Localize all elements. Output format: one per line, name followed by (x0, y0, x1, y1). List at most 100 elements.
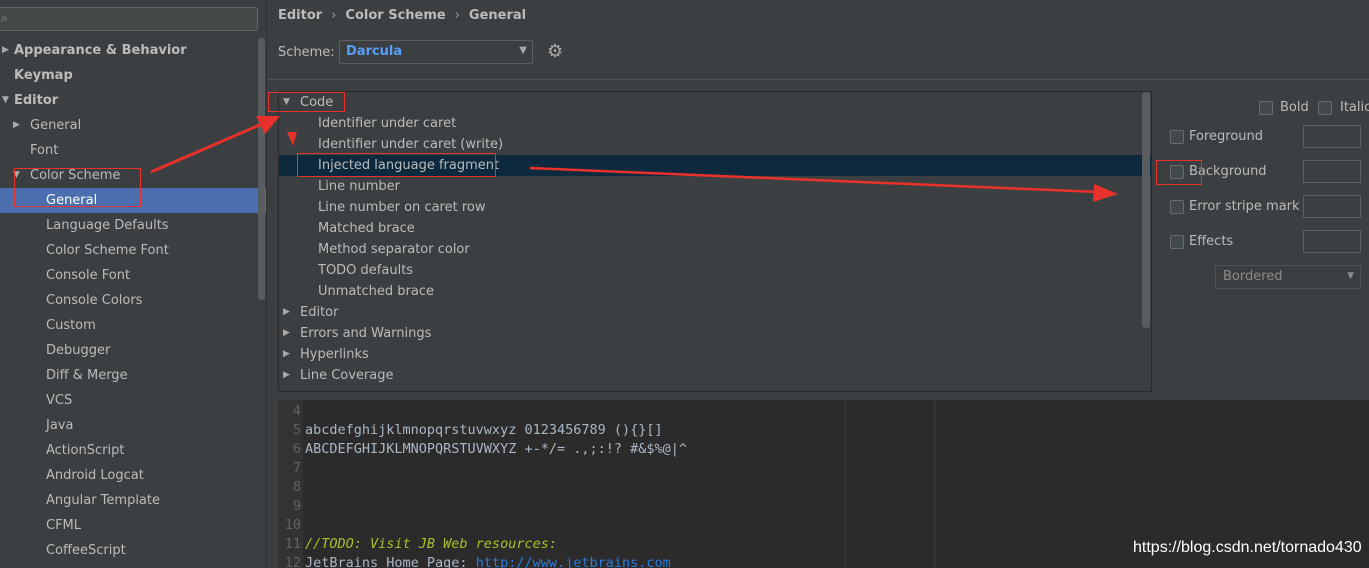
attribute-tree-label: Identifier under caret (write) (318, 137, 504, 152)
expand-right-icon[interactable]: ▶ (283, 323, 290, 344)
effects-checkbox[interactable] (1170, 235, 1184, 249)
line-number: 9 (292, 498, 301, 514)
sidebar-item[interactable]: ▶ Appearance & Behavior (0, 38, 266, 63)
sidebar-item[interactable]: Android Logcat (0, 463, 266, 488)
breadcrumb-item[interactable]: Editor (278, 8, 322, 23)
sidebar-item[interactable]: ▼ Editor (0, 88, 266, 113)
sidebar-item-label: Language Defaults (46, 218, 169, 233)
sidebar-item-label: ActionScript (46, 443, 125, 458)
search-icon: ⌕ (1, 11, 8, 25)
sidebar-item[interactable]: Font (0, 138, 266, 163)
sidebar-item[interactable]: Debugger (0, 338, 266, 363)
tree-scrollbar[interactable] (1142, 92, 1150, 328)
background-checkbox[interactable] (1170, 165, 1184, 179)
sidebar-item[interactable]: Diff & Merge (0, 363, 266, 388)
bold-label: Bold (1280, 100, 1309, 115)
sidebar-item[interactable]: ▶ General (0, 113, 266, 138)
right-margin-guide (934, 400, 935, 568)
expand-down-icon[interactable]: ▼ (13, 163, 20, 188)
attribute-tree-item[interactable]: Line number on caret row (279, 197, 1151, 218)
sidebar-item-label: Font (30, 143, 59, 158)
sidebar-item-label: Color Scheme Font (46, 243, 169, 258)
effects-color-swatch[interactable] (1303, 230, 1361, 253)
sidebar-item[interactable]: Color Scheme Font (0, 238, 266, 263)
search-input[interactable] (16, 10, 252, 28)
attribute-tree-label: Hyperlinks (300, 347, 369, 362)
sidebar-item[interactable]: CoffeeScript (0, 538, 266, 563)
background-label: Background (1189, 164, 1267, 179)
expand-right-icon[interactable]: ▶ (13, 113, 20, 138)
expand-right-icon[interactable]: ▶ (283, 344, 290, 365)
code-text: //TODO: Visit JB Web resources: (305, 536, 557, 552)
attribute-tree-item[interactable]: ▶ Hyperlinks (279, 344, 1151, 365)
breadcrumb-item[interactable]: Color Scheme (345, 8, 445, 23)
foreground-checkbox[interactable] (1170, 130, 1184, 144)
attribute-tree-label: Identifier under caret (318, 116, 457, 131)
scheme-dropdown[interactable]: Darcula ▼ (339, 40, 533, 64)
sidebar-item-label: Console Colors (46, 293, 143, 308)
expand-right-icon[interactable]: ▶ (283, 365, 290, 386)
attribute-tree-item[interactable]: Matched brace (279, 218, 1151, 239)
code-line: JetBrains Home Page: http://www.jetbrain… (305, 554, 671, 568)
sidebar-item[interactable]: Console Font (0, 263, 266, 288)
sidebar-item-label: General (46, 193, 98, 208)
foreground-color-swatch[interactable] (1303, 125, 1361, 148)
effects-value: Bordered (1223, 269, 1283, 284)
main-panel: Editor › Color Scheme › General Scheme: Darc… (266, 0, 1369, 568)
attribute-tree-item[interactable]: ▶ Errors and Warnings (279, 323, 1151, 344)
sidebar-item[interactable]: Keymap (0, 63, 266, 88)
attribute-tree-item[interactable]: Unmatched brace (279, 281, 1151, 302)
sidebar-item[interactable]: Language Defaults (0, 213, 266, 238)
code-text: abcdefghijklmnopqrstuvwxyz 0123456789 ()… (305, 422, 663, 438)
sidebar-item[interactable]: ActionScript (0, 438, 266, 463)
sidebar-item[interactable]: General (0, 188, 266, 213)
code-hyperlink[interactable]: http://www.jetbrains.com (476, 555, 671, 568)
settings-sidebar: ⌕ ▶ Appearance & Behavior Keymap ▼ Editor ▶ Ge… (0, 0, 266, 568)
sidebar-scrollbar[interactable] (258, 38, 265, 300)
attribute-tree-item[interactable]: Line number (279, 176, 1151, 197)
attribute-tree-label: Matched brace (318, 221, 415, 236)
sidebar-item-label: Color Scheme (30, 168, 121, 183)
sidebar-item-label: General (30, 118, 82, 133)
attribute-tree-label: Injected language fragment (318, 158, 500, 173)
error-stripe-checkbox[interactable] (1170, 200, 1184, 214)
breadcrumb-separator-icon: › (331, 8, 337, 23)
italic-label: Italic (1340, 100, 1369, 115)
foreground-label: Foreground (1189, 129, 1264, 144)
expand-right-icon[interactable]: ▶ (2, 38, 9, 63)
attribute-tree-item[interactable]: ▼ Code (279, 92, 1151, 113)
effects-dropdown[interactable]: Bordered ▼ (1215, 265, 1361, 289)
attribute-tree-item[interactable]: Identifier under caret (279, 113, 1151, 134)
sidebar-item-label: VCS (46, 393, 73, 408)
attribute-tree-item[interactable]: Method separator color (279, 239, 1151, 260)
breadcrumb-separator-icon: › (454, 8, 460, 23)
attribute-tree-label: Line number (318, 179, 400, 194)
italic-checkbox[interactable] (1318, 101, 1332, 115)
expand-right-icon[interactable]: ▶ (283, 302, 290, 323)
sidebar-item-label: Java (46, 418, 74, 433)
code-text: JetBrains Home Page: (305, 555, 476, 568)
sidebar-item[interactable]: ▼ Color Scheme (0, 163, 266, 188)
attribute-tree-item[interactable]: TODO defaults (279, 260, 1151, 281)
gear-icon[interactable]: ⚙ (547, 43, 563, 61)
attribute-tree-label: Line Coverage (300, 368, 394, 383)
sidebar-item[interactable]: Console Colors (0, 288, 266, 313)
sidebar-item[interactable]: CFML (0, 513, 266, 538)
attribute-tree-item[interactable]: ▶ Line Coverage (279, 365, 1151, 386)
bold-checkbox[interactable] (1259, 101, 1273, 115)
background-color-swatch[interactable] (1303, 160, 1361, 183)
search-field[interactable]: ⌕ (0, 7, 258, 31)
attribute-tree-item[interactable]: Identifier under caret (write) (279, 134, 1151, 155)
watermark: https://blog.csdn.net/tornado430 (1133, 539, 1362, 556)
expand-down-icon[interactable]: ▼ (2, 88, 9, 113)
attribute-tree-item[interactable]: ▶ Editor (279, 302, 1151, 323)
sidebar-item[interactable]: VCS (0, 388, 266, 413)
expand-down-icon[interactable]: ▼ (283, 92, 290, 113)
line-number: 12 (284, 555, 301, 568)
error-stripe-color-swatch[interactable] (1303, 195, 1361, 218)
sidebar-item[interactable]: Angular Template (0, 488, 266, 513)
attribute-tree-label: Editor (300, 305, 339, 320)
sidebar-item[interactable]: Java (0, 413, 266, 438)
attribute-tree-item[interactable]: Injected language fragment (279, 155, 1151, 176)
sidebar-item[interactable]: Custom (0, 313, 266, 338)
